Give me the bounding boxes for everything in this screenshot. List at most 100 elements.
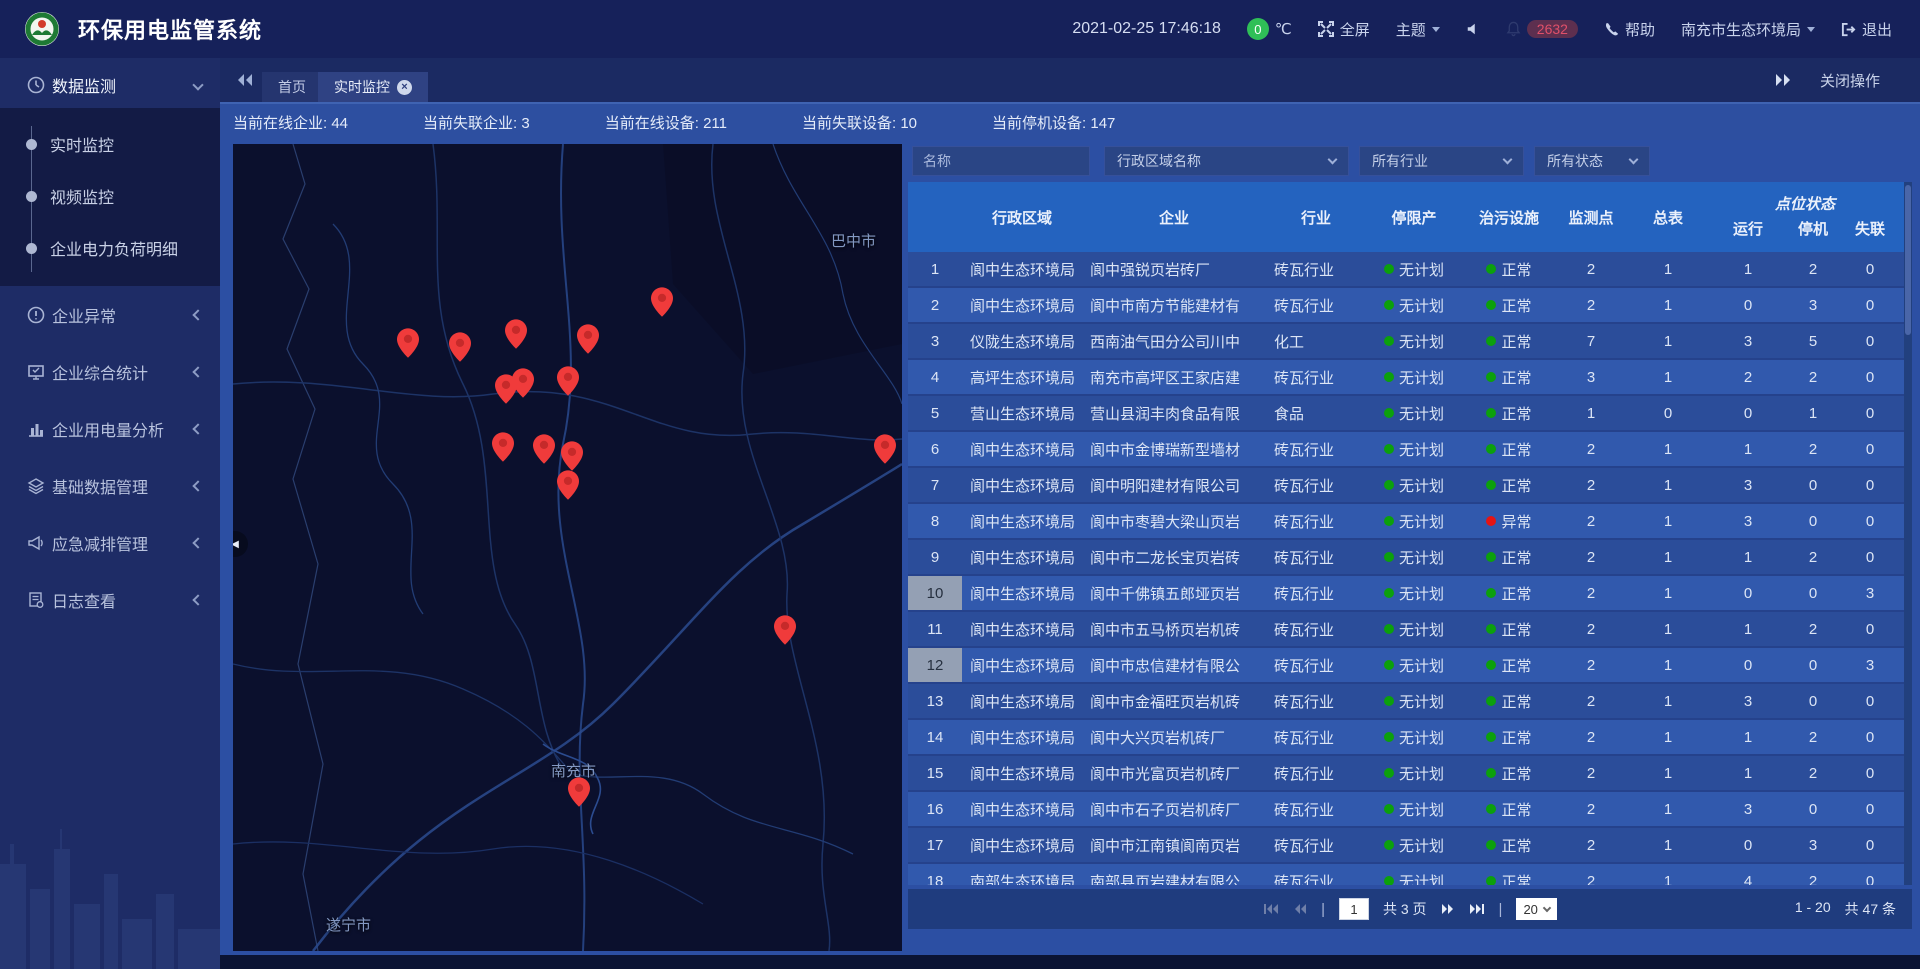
- cell-production-status: 无计划: [1366, 828, 1462, 862]
- table-row[interactable]: 14阆中生态环境局阆中大兴页岩机砖厂砖瓦行业无计划正常21120: [908, 720, 1904, 756]
- page-number-input[interactable]: [1339, 898, 1369, 920]
- status-dot-icon: [1384, 372, 1394, 382]
- cell-region: 阆中生态环境局: [962, 504, 1082, 538]
- table-row[interactable]: 3仪陇生态环境局西南油气田分公司川中化工无计划正常71350: [908, 324, 1904, 360]
- sidebar: 数据监测 实时监控 视频监控 企业电力负荷明细 企业异常: [0, 58, 220, 969]
- table-row[interactable]: 1阆中生态环境局阆中强锐页岩砖厂砖瓦行业无计划正常21120: [908, 252, 1904, 288]
- map-pin[interactable]: [568, 777, 590, 807]
- cell-industry: 砖瓦行业: [1266, 288, 1366, 322]
- theme-menu[interactable]: 主题: [1396, 19, 1440, 40]
- name-search-input[interactable]: [912, 146, 1090, 176]
- sidebar-item-log-viewer[interactable]: 日志查看: [0, 577, 220, 623]
- chevron-down-icon: [1543, 904, 1551, 912]
- cell-run: 0: [1710, 288, 1786, 322]
- status-dot-icon: [1384, 696, 1394, 706]
- table-row[interactable]: 16阆中生态环境局阆中市石子页岩机砖厂砖瓦行业无计划正常21300: [908, 792, 1904, 828]
- speaker-icon: [1466, 22, 1480, 36]
- sidebar-item-base-data-management[interactable]: 基础数据管理: [0, 463, 220, 509]
- table-scrollbar[interactable]: [1904, 182, 1912, 885]
- close-operations-button[interactable]: 关闭操作: [1820, 70, 1880, 91]
- map-pin[interactable]: [561, 441, 583, 471]
- last-page-button[interactable]: [1469, 903, 1485, 915]
- table-row[interactable]: 10阆中生态环境局阆中千佛镇五郎垭页岩砖瓦行业无计划正常21003: [908, 576, 1904, 612]
- cell-points: 2: [1556, 252, 1626, 286]
- table-row[interactable]: 12阆中生态环境局阆中市忠信建材有限公砖瓦行业无计划正常21003: [908, 648, 1904, 684]
- cell-region: 阆中生态环境局: [962, 540, 1082, 574]
- header-stop: 停机: [1786, 216, 1840, 252]
- tab-realtime-monitoring[interactable]: 实时监控 ×: [318, 72, 428, 102]
- table-row[interactable]: 15阆中生态环境局阆中市光富页岩机砖厂砖瓦行业无计划正常21120: [908, 756, 1904, 792]
- tabs-scroll-left-icon[interactable]: [236, 72, 254, 88]
- map-pin[interactable]: [397, 328, 419, 358]
- sidebar-item-data-monitoring[interactable]: 数据监测: [0, 62, 220, 108]
- table-row[interactable]: 7阆中生态环境局阆中明阳建材有限公司砖瓦行业无计划正常21300: [908, 468, 1904, 504]
- sidebar-item-video-monitoring[interactable]: 视频监控: [0, 179, 220, 213]
- map-pin[interactable]: [512, 368, 534, 398]
- sidebar-item-power-load-detail[interactable]: 企业电力负荷明细: [0, 231, 220, 265]
- previous-page-button[interactable]: [1293, 903, 1307, 915]
- map-pin[interactable]: [774, 615, 796, 645]
- cell-meters: 0: [1626, 396, 1710, 430]
- sidebar-item-power-usage-analysis[interactable]: 企业用电量分析: [0, 406, 220, 452]
- page-size-select[interactable]: 20: [1516, 898, 1556, 920]
- cell-treatment-status: 正常: [1462, 360, 1556, 394]
- map-pin[interactable]: [651, 287, 673, 317]
- map-pin[interactable]: [533, 434, 555, 464]
- first-page-button[interactable]: [1263, 903, 1279, 915]
- pagination-summary: 1 - 20 共 47 条: [1795, 899, 1896, 919]
- cell-industry: 砖瓦行业: [1266, 432, 1366, 466]
- app-window: 环保用电监管系统 2021-02-25 17:46:18 0 ℃ 全屏 主题: [0, 0, 1920, 969]
- map-pin[interactable]: [449, 332, 471, 362]
- cell-production-status: 无计划: [1366, 540, 1462, 574]
- status-select[interactable]: 所有状态: [1534, 146, 1650, 176]
- sidebar-item-emergency-reduction[interactable]: 应急减排管理: [0, 520, 220, 566]
- fullscreen-button[interactable]: 全屏: [1318, 19, 1370, 40]
- map-pin[interactable]: [492, 432, 514, 462]
- table-row[interactable]: 5营山生态环境局营山县润丰肉食品有限食品无计划正常10010: [908, 396, 1904, 432]
- cell-stop: 3: [1786, 828, 1840, 862]
- table-row[interactable]: 8阆中生态环境局阆中市枣碧大梁山页岩砖瓦行业无计划异常21300: [908, 504, 1904, 540]
- map-pin[interactable]: [577, 324, 599, 354]
- table-row[interactable]: 17阆中生态环境局阆中市江南镇阆南页岩砖瓦行业无计划正常21030: [908, 828, 1904, 864]
- cell-points: 2: [1556, 288, 1626, 322]
- cell-production-status: 无计划: [1366, 720, 1462, 754]
- map-pin[interactable]: [874, 434, 896, 464]
- close-tab-icon[interactable]: ×: [397, 80, 412, 95]
- tab-home[interactable]: 首页: [262, 72, 322, 102]
- sidebar-item-realtime-monitoring[interactable]: 实时监控: [0, 127, 220, 161]
- map-pin[interactable]: [557, 470, 579, 500]
- cell-region: 南部生态环境局: [962, 864, 1082, 885]
- scrollbar-thumb[interactable]: [1905, 185, 1911, 335]
- next-page-button[interactable]: [1441, 903, 1455, 915]
- status-dot-icon: [1486, 516, 1496, 526]
- map-panel[interactable]: 巴中市 南充市 遂宁市 ◀: [233, 144, 902, 951]
- map-pin[interactable]: [557, 366, 579, 396]
- sidebar-item-enterprise-abnormal[interactable]: 企业异常: [0, 292, 220, 338]
- table-row[interactable]: 18南部生态环境局南部县页岩建材有限公砖瓦行业无计划正常21420: [908, 864, 1904, 885]
- region-select[interactable]: 行政区域名称: [1104, 146, 1349, 176]
- table-row[interactable]: 4高坪生态环境局南充市高坪区王家店建砖瓦行业无计划正常31220: [908, 360, 1904, 396]
- table-row[interactable]: 2阆中生态环境局阆中市南方节能建材有砖瓦行业无计划正常21030: [908, 288, 1904, 324]
- cell-production-status: 无计划: [1366, 288, 1462, 322]
- help-button[interactable]: 帮助: [1604, 19, 1655, 40]
- cell-region: 阆中生态环境局: [962, 828, 1082, 862]
- cell-industry: 砖瓦行业: [1266, 540, 1366, 574]
- temperature: 0 ℃: [1247, 18, 1292, 40]
- industry-select[interactable]: 所有行业: [1359, 146, 1524, 176]
- cell-offline: 0: [1840, 324, 1900, 358]
- cell-points: 2: [1556, 432, 1626, 466]
- table-row[interactable]: 9阆中生态环境局阆中市二龙长宝页岩砖砖瓦行业无计划正常21120: [908, 540, 1904, 576]
- map-pin[interactable]: [505, 319, 527, 349]
- logout-button[interactable]: 退出: [1841, 19, 1892, 40]
- table-row[interactable]: 13阆中生态环境局阆中市金福旺页岩机砖砖瓦行业无计划正常21300: [908, 684, 1904, 720]
- org-menu[interactable]: 南充市生态环境局: [1681, 19, 1815, 40]
- cell-treatment-status: 异常: [1462, 504, 1556, 538]
- sidebar-item-enterprise-statistics[interactable]: 企业综合统计: [0, 349, 220, 395]
- table-row[interactable]: 6阆中生态环境局阆中市金博瑞新型墙材砖瓦行业无计划正常21120: [908, 432, 1904, 468]
- cell-industry: 砖瓦行业: [1266, 576, 1366, 610]
- bar-chart-icon: [27, 420, 45, 438]
- sound-toggle[interactable]: [1466, 22, 1480, 36]
- table-row[interactable]: 11阆中生态环境局阆中市五马桥页岩机砖砖瓦行业无计划正常21120: [908, 612, 1904, 648]
- tabs-scroll-right-icon[interactable]: [1774, 72, 1792, 88]
- notifications[interactable]: 2632: [1506, 20, 1578, 38]
